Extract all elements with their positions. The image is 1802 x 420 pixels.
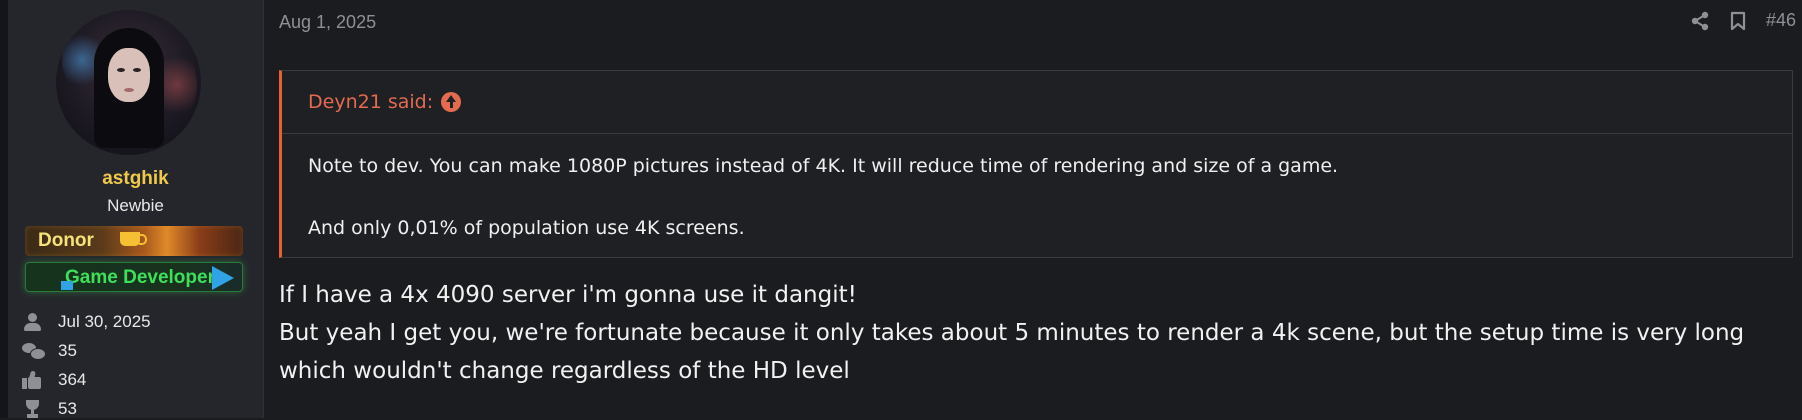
username[interactable]: astghik [8, 168, 263, 190]
arrow-icon [212, 266, 234, 290]
post-message: If I have a 4x 4090 server i'm gonna use… [279, 276, 1789, 390]
stat-messages[interactable]: 35 [22, 340, 77, 362]
quote-header[interactable]: Deyn21 said: [282, 71, 1792, 134]
quote-block: Deyn21 said: Note to dev. You can make 1… [279, 70, 1793, 258]
post-actions: #46 [1690, 10, 1796, 31]
messages-icon [22, 341, 46, 361]
block-icon [61, 281, 73, 290]
trophy-icon [22, 399, 44, 419]
arrow-up-circle-icon[interactable] [441, 92, 462, 112]
post-number[interactable]: #46 [1766, 10, 1796, 31]
stat-joined: Jul 30, 2025 [22, 311, 151, 333]
joined-date: Jul 30, 2025 [58, 312, 151, 331]
donor-banner: Donor [25, 226, 243, 256]
stat-points[interactable]: 53 [22, 398, 77, 420]
quote-content: Note to dev. You can make 1080P pictures… [282, 150, 1792, 244]
stat-reactions[interactable]: 364 [22, 369, 86, 391]
quote-paragraph: And only 0,01% of population use 4K scre… [308, 217, 745, 239]
points-count[interactable]: 53 [58, 399, 77, 419]
message-line: If I have a 4x 4090 server i'm gonna use… [279, 282, 857, 308]
thumbs-up-icon [22, 370, 44, 390]
message-line: But yeah I get you, we're fortunate beca… [279, 320, 1745, 384]
bookmark-icon[interactable] [1728, 11, 1748, 31]
reactions-count[interactable]: 364 [58, 370, 86, 390]
donor-banner-label: Donor [38, 230, 94, 251]
quote-author[interactable]: Deyn21 said: [308, 91, 433, 113]
quote-paragraph: Note to dev. You can make 1080P pictures… [308, 155, 1339, 177]
cup-icon [120, 232, 147, 246]
game-developer-banner: Game Developer [25, 262, 243, 292]
avatar[interactable] [56, 10, 201, 155]
game-developer-banner-label: Game Developer [65, 267, 215, 288]
page-edge [0, 0, 8, 418]
share-icon[interactable] [1690, 11, 1710, 31]
user-icon [22, 312, 44, 332]
messages-count[interactable]: 35 [58, 341, 77, 361]
post-date[interactable]: Aug 1, 2025 [279, 12, 376, 33]
user-title: Newbie [107, 196, 164, 215]
